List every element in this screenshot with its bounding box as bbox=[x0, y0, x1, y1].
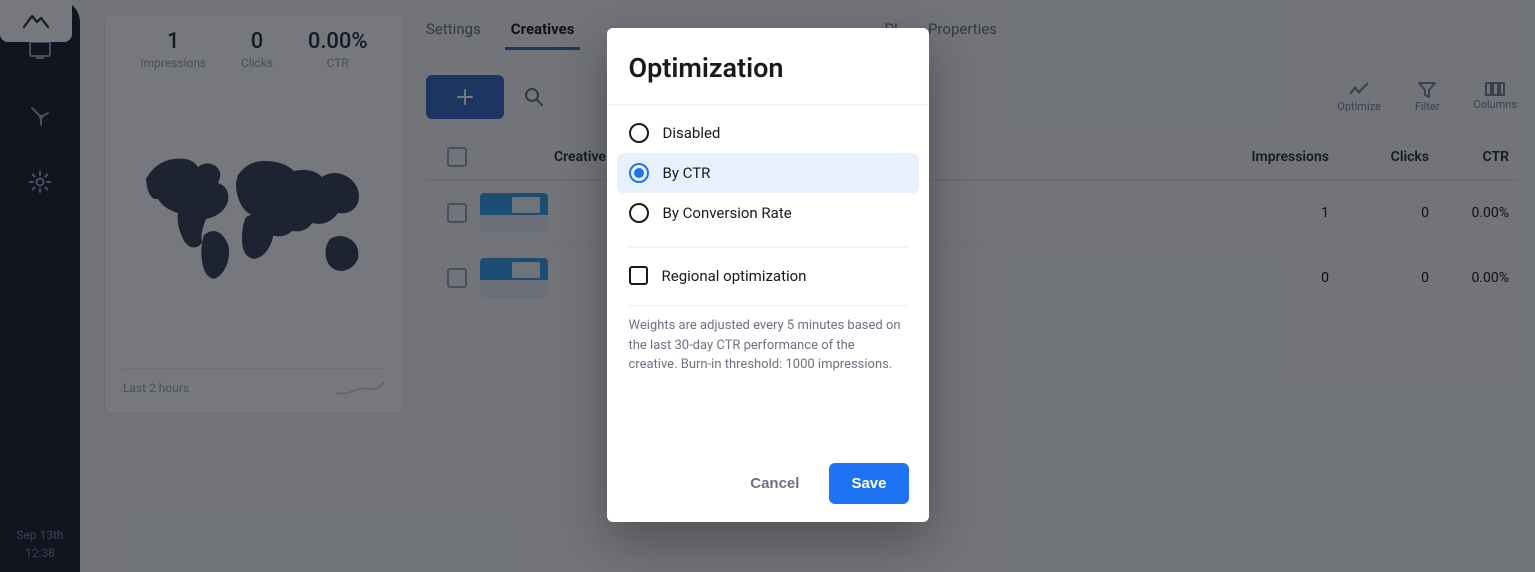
modal-overlay[interactable]: Optimization Disabled By CTR By Conversi… bbox=[0, 0, 1535, 572]
opt-disabled[interactable]: Disabled bbox=[617, 113, 919, 153]
dialog-actions: Cancel Save bbox=[607, 393, 929, 522]
opt-by-conversion-rate[interactable]: By Conversion Rate bbox=[617, 193, 919, 233]
regional-label: Regional optimization bbox=[662, 267, 807, 285]
opt-label: Disabled bbox=[663, 124, 721, 142]
optimization-options: Disabled By CTR By Conversion Rate bbox=[607, 105, 929, 233]
app-root: Sep 13th 12:38 1 Impressions 0 Clicks 0.… bbox=[0, 0, 1535, 572]
optimization-help-text: Weights are adjusted every 5 minutes bas… bbox=[607, 306, 929, 393]
radio-icon bbox=[629, 203, 649, 223]
opt-label: By Conversion Rate bbox=[663, 204, 792, 222]
radio-icon bbox=[629, 123, 649, 143]
cancel-button[interactable]: Cancel bbox=[736, 465, 813, 502]
opt-label: By CTR bbox=[663, 164, 711, 182]
radio-icon bbox=[629, 163, 649, 183]
save-button[interactable]: Save bbox=[829, 463, 908, 504]
optimization-dialog: Optimization Disabled By CTR By Conversi… bbox=[607, 28, 929, 522]
regional-optimization-toggle[interactable]: Regional optimization bbox=[607, 248, 929, 291]
dialog-title: Optimization bbox=[607, 28, 929, 105]
opt-by-ctr[interactable]: By CTR bbox=[617, 153, 919, 193]
checkbox-icon bbox=[629, 266, 648, 285]
